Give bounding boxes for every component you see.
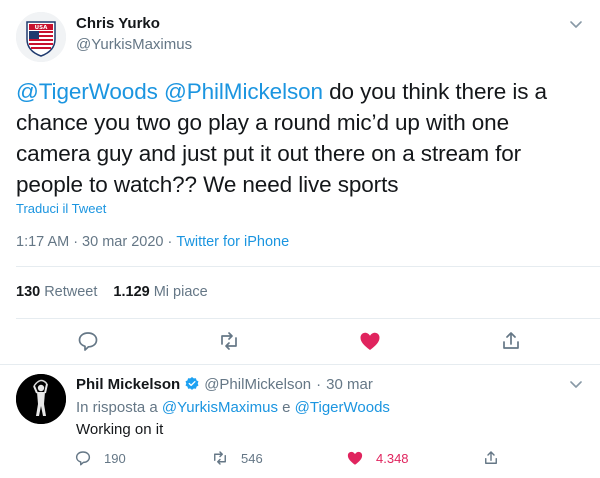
- author-handle[interactable]: @YurkisMaximus: [76, 35, 192, 55]
- reply-like-count: 4.348: [376, 450, 409, 466]
- share-icon[interactable]: [482, 449, 500, 467]
- chevron-down-icon[interactable]: [566, 374, 586, 394]
- tweet-source[interactable]: Twitter for iPhone: [176, 234, 289, 250]
- in-reply-to: In risposta a @YurkisMaximus e @TigerWoo…: [76, 398, 390, 418]
- reply-count: 190: [104, 450, 126, 466]
- share-icon[interactable]: [499, 329, 523, 353]
- retweets-stat[interactable]: 130 Retweet: [16, 284, 97, 300]
- meta-separator: ·: [167, 234, 173, 250]
- avatar[interactable]: USA: [16, 12, 66, 62]
- tweet-stats: 130 Retweet 1.129 Mi piace: [16, 282, 208, 302]
- in-reply-prefix: In risposta a: [76, 399, 158, 416]
- mention-link[interactable]: @TigerWoods: [16, 79, 158, 104]
- mention-link[interactable]: @YurkisMaximus: [162, 399, 278, 416]
- author-name[interactable]: Chris Yurko: [76, 14, 160, 34]
- tweet-meta: 1:17 AM · 30 mar 2020 · Twitter for iPhone: [16, 232, 289, 252]
- usa-flag-avatar-icon: USA: [16, 12, 66, 62]
- translate-tweet-link[interactable]: Traduci il Tweet: [16, 200, 106, 218]
- reply-avatar[interactable]: [16, 374, 66, 424]
- chevron-down-icon[interactable]: [566, 14, 586, 34]
- meta-separator: ·: [316, 376, 322, 393]
- reply-text: Working on it: [76, 421, 164, 438]
- tweet-date[interactable]: 30 mar 2020: [82, 234, 163, 250]
- retweet-icon[interactable]: [211, 449, 229, 467]
- reply-retweet-count: 546: [241, 450, 263, 466]
- reply-date[interactable]: 30 mar: [326, 376, 373, 393]
- reply-author-name[interactable]: Phil Mickelson: [76, 376, 180, 393]
- like-count: 1.129: [113, 284, 150, 300]
- golfer-silhouette-icon: [16, 374, 66, 424]
- verified-badge-icon: [184, 376, 200, 392]
- tweet-text: @TigerWoods @PhilMickelson do you think …: [16, 76, 586, 200]
- tweet-time[interactable]: 1:17 AM: [16, 234, 69, 250]
- mention-link[interactable]: @PhilMickelson: [164, 79, 323, 104]
- in-reply-and: e: [282, 399, 291, 416]
- reply-author-handle[interactable]: @PhilMickelson: [204, 376, 311, 393]
- reply-header: Phil Mickelson @PhilMickelson · 30 mar: [76, 375, 373, 395]
- retweet-count: 130: [16, 284, 41, 300]
- avatar-flag-text: USA: [35, 25, 48, 31]
- reply-action[interactable]: 190: [74, 449, 126, 467]
- heart-icon[interactable]: [346, 449, 364, 467]
- like-label: Mi piace: [153, 284, 208, 300]
- divider: [16, 318, 600, 319]
- mention-link[interactable]: @TigerWoods: [295, 399, 390, 416]
- retweet-icon[interactable]: [217, 329, 241, 353]
- reply-icon[interactable]: [74, 449, 92, 467]
- like-action[interactable]: 4.348: [346, 449, 409, 467]
- retweet-label: Retweet: [44, 284, 98, 300]
- divider: [16, 266, 600, 267]
- meta-separator: ·: [73, 234, 79, 250]
- likes-stat[interactable]: 1.129 Mi piace: [113, 284, 207, 300]
- retweet-action[interactable]: 546: [211, 449, 263, 467]
- reply-icon[interactable]: [76, 329, 100, 353]
- divider: [0, 364, 600, 365]
- heart-icon[interactable]: [358, 329, 382, 353]
- share-action[interactable]: [482, 449, 512, 467]
